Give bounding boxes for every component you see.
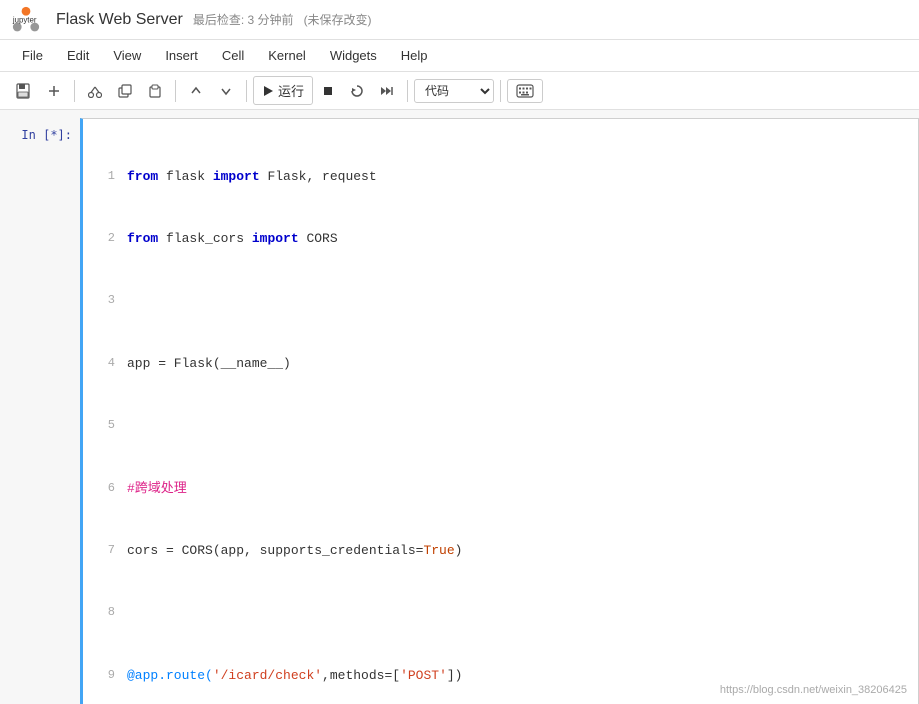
- add-cell-button[interactable]: [40, 79, 68, 103]
- code-line-1: 1from flask import Flask, request: [91, 167, 910, 188]
- arrow-down-icon: [219, 84, 233, 98]
- stop-icon: [322, 85, 334, 97]
- jupyter-logo: jupyter: [12, 6, 40, 34]
- separator-4: [407, 80, 408, 102]
- keyboard-button[interactable]: [507, 79, 543, 103]
- copy-button[interactable]: [111, 79, 139, 103]
- code-line-6: 6#跨域处理: [91, 479, 910, 500]
- cut-button[interactable]: [81, 79, 109, 103]
- menu-cell[interactable]: Cell: [212, 44, 254, 67]
- toolbar: 运行 代码: [0, 72, 919, 110]
- menubar: File Edit View Insert Cell Kernel Widget…: [0, 40, 919, 72]
- save-button[interactable]: [8, 78, 38, 104]
- save-icon: [15, 83, 31, 99]
- code-line-3: 3: [91, 291, 910, 312]
- run-icon: [262, 85, 274, 97]
- svg-text:jupyter: jupyter: [12, 15, 37, 24]
- separator-2: [175, 80, 176, 102]
- run-label: 运行: [278, 81, 304, 100]
- menu-edit[interactable]: Edit: [57, 44, 99, 67]
- fast-forward-icon: [380, 84, 394, 98]
- menu-file[interactable]: File: [12, 44, 53, 67]
- scissors-icon: [88, 84, 102, 98]
- jupyter-icon: jupyter: [12, 6, 40, 34]
- separator-5: [500, 80, 501, 102]
- code-line-4: 4app = Flask(__name__): [91, 354, 910, 375]
- separator-3: [246, 80, 247, 102]
- code-line-8: 8: [91, 603, 910, 624]
- fast-forward-button[interactable]: [373, 79, 401, 103]
- menu-kernel[interactable]: Kernel: [258, 44, 316, 67]
- cell-1-code: 1from flask import Flask, request 2from …: [91, 125, 910, 704]
- cell-1-content[interactable]: 1from flask import Flask, request 2from …: [80, 118, 919, 704]
- code-line-2: 2from flask_cors import CORS: [91, 229, 910, 250]
- keyboard-icon: [516, 84, 534, 98]
- watermark: https://blog.csdn.net/weixin_38206425: [720, 684, 907, 696]
- run-button[interactable]: 运行: [253, 76, 313, 105]
- stop-button[interactable]: [315, 80, 341, 102]
- last-checkpoint: 最后检查: 3 分钟前 (未保存改变): [193, 11, 372, 28]
- code-line-5: 5: [91, 416, 910, 437]
- menu-insert[interactable]: Insert: [155, 44, 208, 67]
- menu-help[interactable]: Help: [391, 44, 438, 67]
- plus-icon: [47, 84, 61, 98]
- restart-icon: [350, 84, 364, 98]
- cell-type-select[interactable]: 代码: [414, 79, 494, 103]
- topbar: jupyter Flask Web Server 最后检查: 3 分钟前 (未保…: [0, 0, 919, 40]
- code-line-7: 7cors = CORS(app, supports_credentials=T…: [91, 541, 910, 562]
- menu-view[interactable]: View: [103, 44, 151, 67]
- cell-1: In [*]: 1from flask import Flask, reques…: [0, 118, 919, 704]
- notebook-title: Flask Web Server: [56, 11, 183, 29]
- menu-widgets[interactable]: Widgets: [320, 44, 387, 67]
- paste-button[interactable]: [141, 79, 169, 103]
- arrow-up-icon: [189, 84, 203, 98]
- move-up-button[interactable]: [182, 79, 210, 103]
- paste-icon: [148, 84, 162, 98]
- move-down-button[interactable]: [212, 79, 240, 103]
- notebook: In [*]: 1from flask import Flask, reques…: [0, 110, 919, 704]
- copy-icon: [118, 84, 132, 98]
- separator-1: [74, 80, 75, 102]
- cell-1-prompt: In [*]:: [0, 118, 80, 704]
- restart-button[interactable]: [343, 79, 371, 103]
